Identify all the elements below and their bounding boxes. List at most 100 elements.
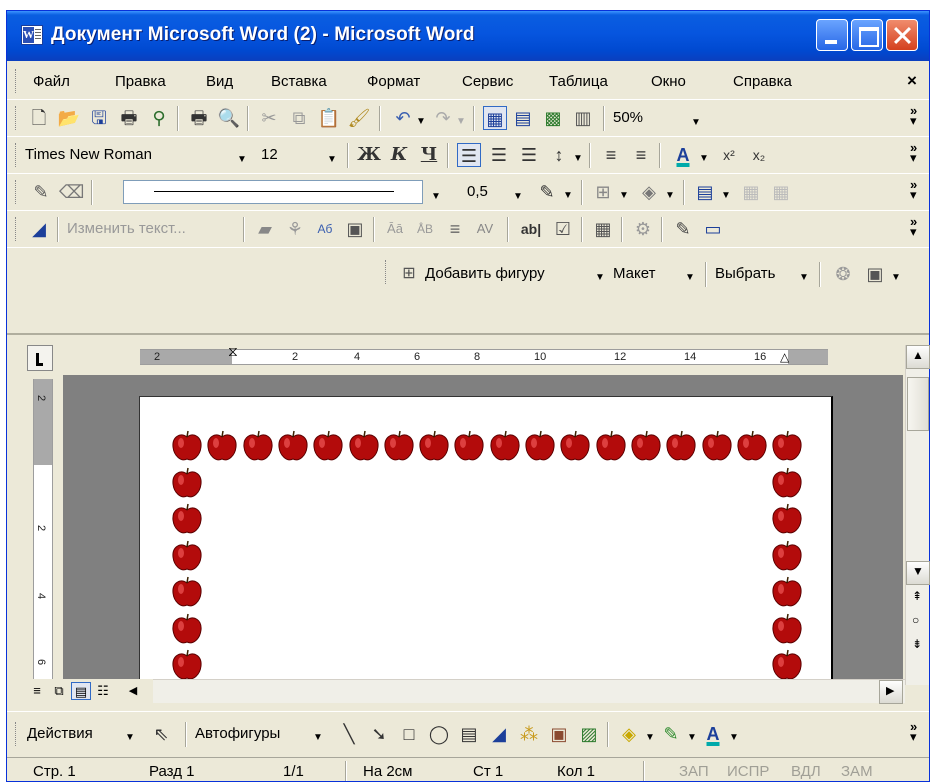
next-page-button[interactable]: ⇟ <box>906 633 930 657</box>
redo-icon[interactable]: ↷ <box>431 106 455 130</box>
font-color-dropdown-arrow-icon[interactable]: ▼ <box>729 732 739 743</box>
menu-view[interactable]: Вид <box>206 73 233 90</box>
right-indent-marker-icon[interactable]: △ <box>780 350 789 364</box>
wordart-shape-icon[interactable]: Аб <box>313 217 337 241</box>
arrow-icon[interactable]: ➘ <box>367 722 391 746</box>
borders-icon[interactable]: ⊞ <box>591 180 615 204</box>
checkbox-icon[interactable]: ☑ <box>551 217 575 241</box>
more-dropdown-arrow-icon[interactable]: ▼ <box>891 272 901 283</box>
first-line-indent-marker-icon[interactable]: ⧖ <box>228 344 238 358</box>
same-letter-heights-icon[interactable]: Āā <box>383 217 407 241</box>
line-color-dropdown-arrow-icon[interactable]: ▼ <box>687 732 697 743</box>
subscript-icon[interactable]: x₂ <box>747 143 771 167</box>
shading-dropdown-arrow-icon[interactable]: ▼ <box>665 190 675 201</box>
underline-button[interactable]: Ч <box>417 143 441 167</box>
autoshapes-dropdown-arrow-icon[interactable]: ▼ <box>313 732 323 743</box>
actions-menu-button[interactable]: Действия <box>27 722 122 746</box>
draw-table-pencil-icon[interactable]: ✎ <box>29 180 53 204</box>
alignment-icon[interactable]: ≡ <box>443 217 467 241</box>
actions-dropdown-arrow-icon[interactable]: ▼ <box>125 732 135 743</box>
toolbar-options-icon[interactable]: » ▾ <box>910 141 917 164</box>
font-dropdown-arrow-icon[interactable]: ▼ <box>237 154 247 165</box>
scroll-up-button[interactable]: ▲ <box>906 345 930 369</box>
menu-grip[interactable] <box>15 69 18 93</box>
insert-wordart-icon[interactable]: ◢ <box>27 217 51 241</box>
maximize-button[interactable] <box>851 19 883 51</box>
select-button[interactable]: Выбрать <box>715 262 795 286</box>
line-spacing-icon[interactable]: ↕ <box>547 143 571 167</box>
org-chart-shape-icon[interactable]: ⊞ <box>397 262 421 286</box>
diagram-icon[interactable]: ⁂ <box>517 722 541 746</box>
undo-icon[interactable]: ↶ <box>391 106 415 130</box>
toolbar-grip[interactable] <box>15 722 18 746</box>
vertical-text-icon[interactable]: ÅB <box>413 217 437 241</box>
cut-icon[interactable]: ✂ <box>257 106 281 130</box>
status-extend[interactable]: ВДЛ <box>791 763 821 780</box>
web-view-icon[interactable]: ⧉ <box>49 682 69 700</box>
fill-color-icon[interactable]: ◈ <box>617 722 641 746</box>
align-left-icon[interactable]: ☰ <box>457 143 481 167</box>
open-folder-icon[interactable]: 📂 <box>57 106 81 130</box>
document-page[interactable] <box>139 396 833 680</box>
select-dropdown-arrow-icon[interactable]: ▼ <box>799 272 809 283</box>
autoformat-icon[interactable]: ❂ <box>831 262 855 286</box>
toolbar-options-icon[interactable]: » ▾ <box>910 178 917 201</box>
toolbar-options-icon[interactable]: » ▾ <box>910 215 917 238</box>
menu-file[interactable]: Файл <box>33 73 70 90</box>
horizontal-ruler[interactable]: 2 2 4 6 8 10 12 14 16 ⧖ △ <box>140 344 828 365</box>
insert-excel-icon[interactable]: ▩ <box>541 106 565 130</box>
bullets-icon[interactable]: ≡ <box>629 143 653 167</box>
minimize-button[interactable] <box>816 19 848 51</box>
add-shape-button[interactable]: Добавить фигуру <box>425 262 595 286</box>
draw-pencil-icon[interactable]: ✎ <box>671 217 695 241</box>
outline-view-icon[interactable]: ☷ <box>93 682 113 700</box>
insert-table-dropdown-arrow-icon[interactable]: ▼ <box>721 190 731 201</box>
tables-borders-icon[interactable]: ▦ <box>483 106 507 130</box>
previous-page-button[interactable]: ⇞ <box>906 585 930 609</box>
text-box-icon[interactable]: ▤ <box>457 722 481 746</box>
scroll-left-icon[interactable]: ◀ <box>123 682 143 700</box>
line-weight-dropdown-arrow-icon[interactable]: ▼ <box>513 191 523 202</box>
rectangle-icon[interactable]: □ <box>397 722 421 746</box>
font-color-icon[interactable]: A <box>671 143 695 167</box>
picture-icon[interactable]: ▨ <box>577 722 601 746</box>
toolbar-grip[interactable] <box>15 180 18 204</box>
zoom-combo[interactable]: 50% <box>613 106 673 130</box>
eraser-icon[interactable]: ⌫ <box>59 180 84 204</box>
autoshapes-menu-button[interactable]: Автофигуры <box>195 722 305 746</box>
horizontal-scrollbar[interactable]: ▶ <box>153 679 905 704</box>
border-color-dropdown-arrow-icon[interactable]: ▼ <box>563 190 573 201</box>
split-cells-icon[interactable]: ▦ <box>769 180 793 204</box>
font-color-dropdown-arrow-icon[interactable]: ▼ <box>699 153 709 164</box>
menu-tools[interactable]: Сервис <box>462 73 513 90</box>
menu-help[interactable]: Справка <box>733 73 792 90</box>
table-icon[interactable]: ▭ <box>701 217 725 241</box>
select-objects-icon[interactable]: ⇖ <box>149 722 173 746</box>
menu-insert[interactable]: Вставка <box>271 73 327 90</box>
status-overtype[interactable]: ЗАМ <box>841 763 873 780</box>
new-document-icon[interactable]: 🗋 <box>27 106 51 130</box>
vertical-scroll-thumb[interactable] <box>907 377 929 431</box>
line-icon[interactable]: ╲ <box>337 722 361 746</box>
font-size-combo[interactable]: 12 <box>261 143 301 167</box>
merge-cells-icon[interactable]: ▦ <box>739 180 763 204</box>
toolbar-options-icon[interactable]: » ▾ <box>910 720 917 743</box>
save-icon[interactable]: 🖫 <box>87 106 111 130</box>
columns-icon[interactable]: ▥ <box>571 106 595 130</box>
undo-dropdown-arrow-icon[interactable]: ▼ <box>416 116 426 127</box>
status-track-changes[interactable]: ИСПР <box>727 763 769 780</box>
line-color-icon[interactable]: ✎ <box>659 722 683 746</box>
normal-view-icon[interactable]: ≡ <box>27 682 47 700</box>
format-wordart-icon[interactable]: ⚘ <box>283 217 307 241</box>
bold-button[interactable]: Ж <box>357 143 381 167</box>
edit-text-button[interactable]: Изменить текст... <box>67 217 237 241</box>
text-field-icon[interactable]: ab| <box>519 217 543 241</box>
superscript-icon[interactable]: x² <box>717 143 741 167</box>
title-bar[interactable]: W Документ Microsoft Word (2) - Microsof… <box>7 11 929 61</box>
menu-table[interactable]: Таблица <box>549 73 608 90</box>
form-field-options-icon[interactable]: ▦ <box>591 217 615 241</box>
fill-dropdown-arrow-icon[interactable]: ▼ <box>645 732 655 743</box>
line-style-combo[interactable] <box>123 180 423 204</box>
add-shape-dropdown-arrow-icon[interactable]: ▼ <box>595 272 605 283</box>
tab-selector-button[interactable] <box>27 345 53 371</box>
